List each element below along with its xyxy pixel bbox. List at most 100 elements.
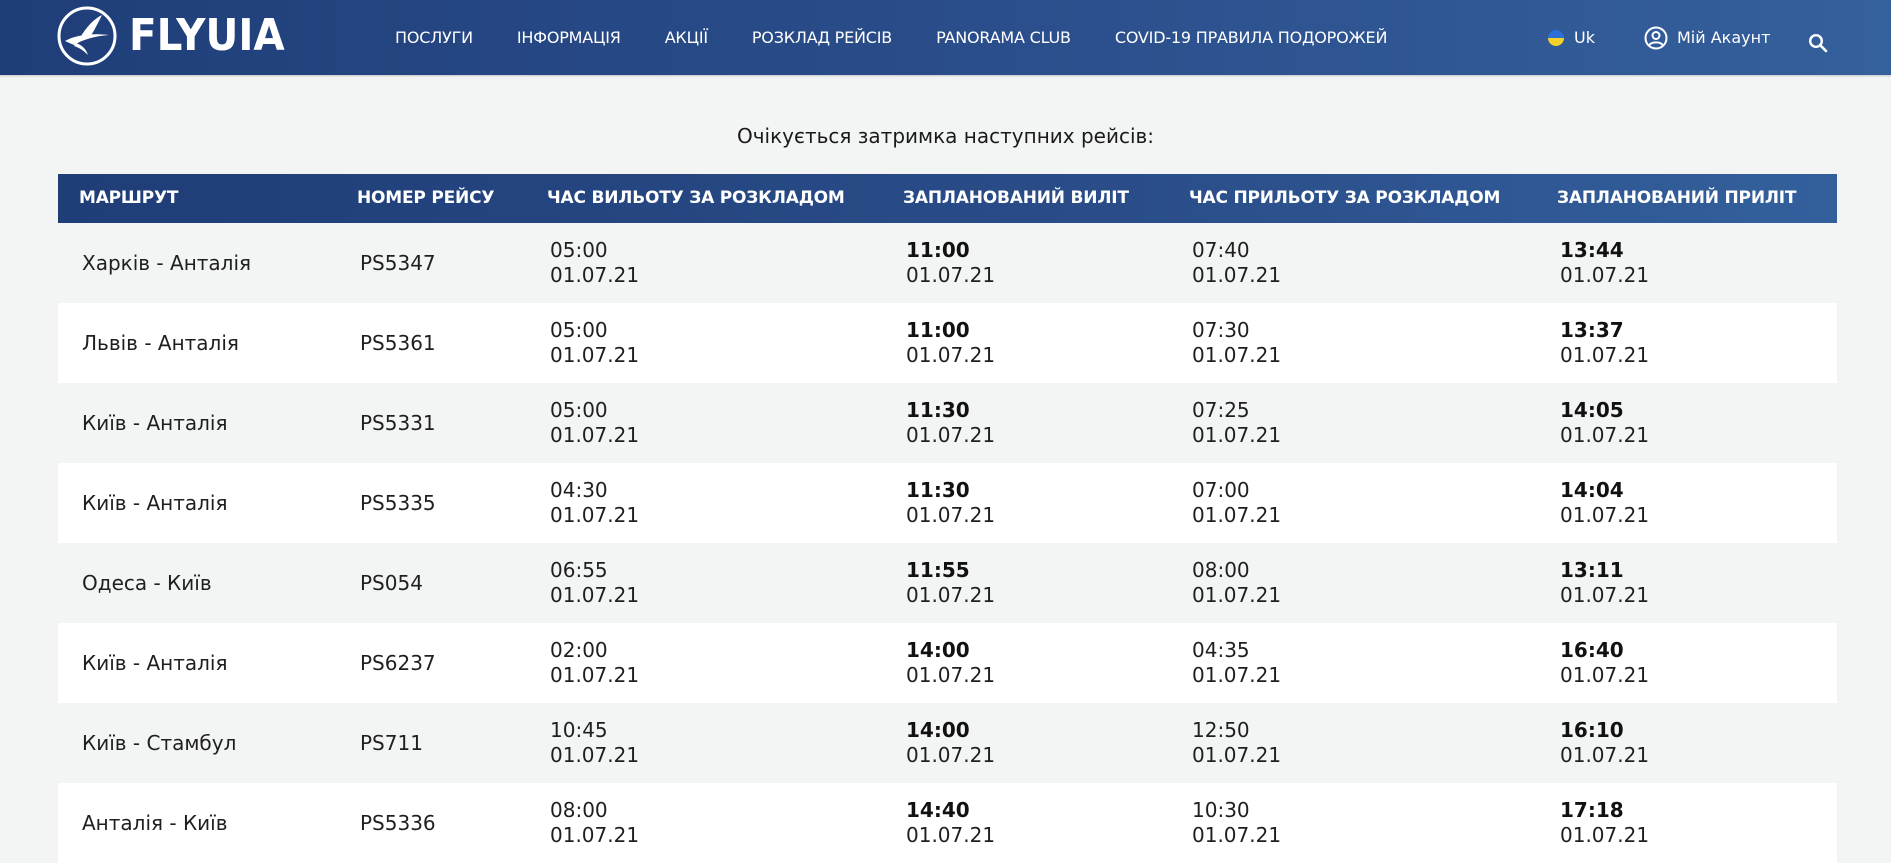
table-row: Київ - Анталія PS6237 02:00 01.07.21 14:00 01…: [58, 623, 1837, 703]
planned-arrival-time: 14:05: [1560, 398, 1624, 422]
planned-departure-cell: 11:30 01.07.21: [906, 383, 995, 463]
column-header-flight: НОМЕР РЕЙСУ: [357, 188, 495, 208]
planned-departure-date: 01.07.21: [906, 823, 996, 847]
planned-departure-cell: 11:00 01.07.21: [906, 223, 995, 303]
scheduled-departure-time: 10:45: [550, 718, 608, 742]
planned-departure-date: 01.07.21: [906, 343, 996, 367]
scheduled-departure-cell: 06:55 01.07.21: [550, 543, 639, 623]
nav-item-panorama-club[interactable]: PANORAMA CLUB: [936, 28, 1071, 47]
flight-number: PS5331: [360, 410, 436, 435]
route-cell: Анталія - Київ: [82, 783, 228, 863]
scheduled-departure-cell: 08:00 01.07.21: [550, 783, 639, 863]
scheduled-arrival-cell: 07:30 01.07.21: [1192, 303, 1281, 383]
scheduled-arrival-cell: 12:50 01.07.21: [1192, 703, 1281, 783]
scheduled-departure-cell: 04:30 01.07.21: [550, 463, 639, 543]
language-label: Uk: [1574, 28, 1595, 47]
nav-item-information[interactable]: ІНФОРМАЦІЯ: [517, 28, 621, 47]
route-text: Одеса - Київ: [82, 570, 212, 595]
main-nav: ПОСЛУГИ ІНФОРМАЦІЯ АКЦІЇ РОЗКЛАД РЕЙСІВ …: [395, 0, 1431, 75]
flight-number-cell: PS5331: [360, 383, 436, 463]
nav-item-promotions[interactable]: АКЦІЇ: [665, 28, 708, 47]
planned-arrival-date: 01.07.21: [1560, 263, 1650, 287]
planned-departure-time: 14:40: [906, 798, 970, 822]
planned-arrival-date: 01.07.21: [1560, 503, 1650, 527]
route-text: Харків - Анталія: [82, 250, 252, 275]
scheduled-arrival-cell: 07:00 01.07.21: [1192, 463, 1281, 543]
nav-item-flight-schedule[interactable]: РОЗКЛАД РЕЙСІВ: [752, 28, 892, 47]
route-text: Київ - Анталія: [82, 650, 228, 675]
scheduled-arrival-cell: 08:00 01.07.21: [1192, 543, 1281, 623]
column-header-route: МАРШРУТ: [79, 188, 179, 208]
planned-arrival-cell: 17:18 01.07.21: [1560, 783, 1649, 863]
brand-logo[interactable]: FLYUIA: [56, 4, 298, 68]
scheduled-arrival-cell: 04:35 01.07.21: [1192, 623, 1281, 703]
scheduled-departure-time: 02:00: [550, 638, 608, 662]
planned-departure-time: 11:30: [906, 478, 970, 502]
planned-departure-date: 01.07.21: [906, 503, 996, 527]
planned-arrival-date: 01.07.21: [1560, 343, 1650, 367]
planned-departure-cell: 14:00 01.07.21: [906, 623, 995, 703]
scheduled-departure-cell: 05:00 01.07.21: [550, 383, 639, 463]
scheduled-arrival-time: 07:25: [1192, 398, 1250, 422]
scheduled-arrival-time: 07:30: [1192, 318, 1250, 342]
scheduled-arrival-cell: 07:40 01.07.21: [1192, 223, 1281, 303]
flight-number-cell: PS054: [360, 543, 423, 623]
table-row: Київ - Стамбул PS711 10:45 01.07.21 14:00 01.…: [58, 703, 1837, 783]
delayed-flights-table: МАРШРУТ НОМЕР РЕЙСУ ЧАС ВИЛЬОТУ ЗА РОЗКЛ…: [58, 174, 1837, 863]
planned-departure-cell: 14:40 01.07.21: [906, 783, 995, 863]
search-icon[interactable]: [1808, 33, 1828, 53]
route-cell: Київ - Анталія: [82, 383, 228, 463]
account-link[interactable]: Мій Акаунт: [1644, 0, 1770, 75]
flight-number-cell: PS711: [360, 703, 423, 783]
scheduled-departure-time: 05:00: [550, 398, 608, 422]
scheduled-arrival-time: 04:35: [1192, 638, 1250, 662]
planned-arrival-date: 01.07.21: [1560, 743, 1650, 767]
scheduled-arrival-time: 12:50: [1192, 718, 1250, 742]
scheduled-arrival-cell: 07:25 01.07.21: [1192, 383, 1281, 463]
planned-arrival-cell: 13:37 01.07.21: [1560, 303, 1649, 383]
scheduled-departure-time: 05:00: [550, 238, 608, 262]
column-header-scheduled-departure: ЧАС ВИЛЬОТУ ЗА РОЗКЛАДОМ: [547, 188, 845, 208]
nav-item-services[interactable]: ПОСЛУГИ: [395, 28, 473, 47]
planned-arrival-time: 13:44: [1560, 238, 1624, 262]
scheduled-departure-date: 01.07.21: [550, 503, 640, 527]
planned-arrival-cell: 13:44 01.07.21: [1560, 223, 1649, 303]
table-row: Анталія - Київ PS5336 08:00 01.07.21 14:40 01…: [58, 783, 1837, 863]
planned-arrival-time: 14:04: [1560, 478, 1624, 502]
scheduled-arrival-time: 07:00: [1192, 478, 1250, 502]
planned-departure-date: 01.07.21: [906, 583, 996, 607]
scheduled-departure-date: 01.07.21: [550, 343, 640, 367]
scheduled-arrival-date: 01.07.21: [1192, 503, 1282, 527]
table-row: Одеса - Київ PS054 06:55 01.07.21 11:55 01.07…: [58, 543, 1837, 623]
planned-departure-time: 14:00: [906, 638, 970, 662]
planned-departure-date: 01.07.21: [906, 663, 996, 687]
route-cell: Київ - Стамбул: [82, 703, 236, 783]
planned-departure-cell: 11:30 01.07.21: [906, 463, 995, 543]
planned-arrival-date: 01.07.21: [1560, 423, 1650, 447]
flight-number: PS5335: [360, 490, 436, 515]
route-text: Анталія - Київ: [82, 810, 228, 835]
planned-arrival-date: 01.07.21: [1560, 583, 1650, 607]
route-text: Київ - Анталія: [82, 410, 228, 435]
route-cell: Київ - Анталія: [82, 623, 228, 703]
planned-departure-time: 11:55: [906, 558, 970, 582]
planned-arrival-time: 13:37: [1560, 318, 1624, 342]
scheduled-departure-date: 01.07.21: [550, 263, 640, 287]
planned-departure-time: 11:00: [906, 318, 970, 342]
nav-item-covid-rules[interactable]: COVID-19 ПРАВИЛА ПОДОРОЖЕЙ: [1115, 28, 1388, 47]
page-title: Очікується затримка наступних рейсів:: [736, 124, 1155, 148]
table-header: МАРШРУТ НОМЕР РЕЙСУ ЧАС ВИЛЬОТУ ЗА РОЗКЛ…: [58, 174, 1837, 223]
planned-arrival-cell: 14:05 01.07.21: [1560, 383, 1649, 463]
top-navigation-bar: FLYUIA ПОСЛУГИ ІНФОРМАЦІЯ АКЦІЇ РОЗКЛАД …: [0, 0, 1891, 75]
planned-arrival-time: 17:18: [1560, 798, 1624, 822]
table-row: Київ - Анталія PS5335 04:30 01.07.21 11:30 01…: [58, 463, 1837, 543]
planned-departure-cell: 11:00 01.07.21: [906, 303, 995, 383]
flight-number-cell: PS6237: [360, 623, 436, 703]
language-selector[interactable]: Uk: [1548, 0, 1595, 75]
scheduled-arrival-date: 01.07.21: [1192, 423, 1282, 447]
planned-departure-date: 01.07.21: [906, 743, 996, 767]
planned-departure-time: 11:30: [906, 398, 970, 422]
user-circle-icon: [1644, 26, 1668, 49]
scheduled-departure-date: 01.07.21: [550, 583, 640, 607]
planned-arrival-cell: 16:40 01.07.21: [1560, 623, 1649, 703]
